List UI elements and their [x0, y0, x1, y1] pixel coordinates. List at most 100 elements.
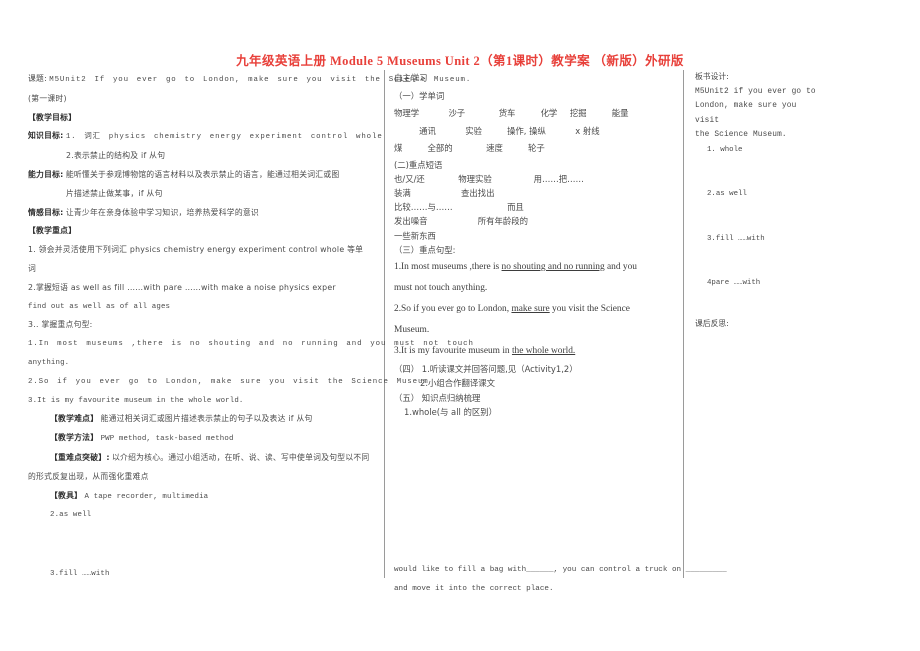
lesson-plan-table: 课题: M5Unit2 If you ever go to London, ma… [28, 70, 828, 593]
phrase-line-5: 一些新东西__________ [394, 229, 676, 243]
sentence-2-underline: make sure [511, 303, 550, 314]
key-sentence-1-line2: anything. [28, 358, 70, 367]
blackboard-item-4: 4pare ……with [707, 279, 761, 287]
phrase-blank[interactable]: ________ [425, 174, 459, 184]
vocab-word-control: 操作, 操纵 [507, 125, 546, 136]
key-point-2-line2: find out as well as of all ages [28, 302, 171, 311]
blackboard-item-3: 3.fill ……with [707, 234, 765, 243]
vocab-blank[interactable]: ______ [545, 143, 570, 153]
tools-label: 【教具】 [50, 490, 83, 500]
vocab-blank[interactable]: _______ [419, 108, 448, 118]
vocab-blank[interactable]: ________ [453, 143, 487, 153]
knowledge-item-1: 1. 词汇 physics chemistry energy experimen… [65, 133, 383, 142]
blackboard-line-2: London, make sure you visit [695, 102, 797, 125]
phrase-blank[interactable]: __________ [436, 231, 478, 241]
vocab-word-xray: x 射线 [575, 125, 600, 136]
method-row: 【教学方法】 PWP method, task-based method [28, 429, 376, 449]
vocab-blank[interactable]: _______ [436, 126, 465, 136]
vocab-word-van: 货车 [498, 108, 516, 118]
phrase-blank[interactable]: ____________ [428, 216, 478, 226]
phrase-something-new: 一些新东西 [394, 230, 436, 241]
ability-text-2: 片描述禁止做某事，if 从句 [66, 188, 163, 198]
sentence-3-underline: the whole world. [511, 345, 576, 356]
topic-row: 课题: M5Unit2 If you ever go to London, ma… [28, 70, 470, 90]
vocab-word-comm: 通讯 [419, 125, 436, 136]
section-1-title: （一）学单词 [394, 90, 445, 101]
phrase-compare-with: 比较……与…… [394, 202, 453, 213]
vocab-word-physics: 物理学 [394, 108, 420, 118]
phrase-blank[interactable]: _________ [524, 202, 562, 212]
vocab-blank[interactable]: ___ [557, 108, 570, 118]
blackboard-line-3: the Science Museum. [695, 131, 787, 139]
ability-text-1: 能听懂关于参观博物馆的语言材料以及表示禁止的语言，能通过相关词汇或图 [65, 169, 340, 179]
blackboard-line-1: M5Unit2 if you ever go to [695, 87, 816, 96]
phrase-blank[interactable]: _____________ [453, 202, 507, 212]
vocab-blank[interactable]: ______ [503, 143, 528, 153]
vocab-blank[interactable]: ______ [402, 143, 427, 153]
vocab-blank[interactable]: _______ [546, 126, 575, 136]
phrase-blank[interactable]: ____________ [528, 216, 578, 226]
left-item-2: 2.as well [50, 511, 92, 520]
breakthrough-row: 【重难点突破】: 以介绍为核心。通过小组活动，在听、说、读、写中使单词及句型以不… [28, 449, 376, 468]
vocab-blank[interactable]: ______ [482, 126, 507, 136]
phrase-of-all-ages: 所有年龄段的 [477, 216, 528, 227]
topic-label: 课题: [28, 74, 47, 83]
breakthrough-label: 【重难点突破】: [50, 452, 110, 462]
phrase-blank[interactable]: ____________ [411, 188, 461, 198]
key-point-1-line1: 1. 领会并灵活使用下列词汇 physics chemistry energy … [28, 245, 364, 255]
phrase-line-4: 发出噪音____________所有年龄段的____________ [394, 214, 676, 228]
key-sentence-2: 2.So if you ever go to London, make sure… [28, 377, 429, 386]
vocab-line-2: ______通讯_______实验______操作, 操纵_______x 射线… [394, 123, 676, 141]
vocab-word-sand: 沙子 [448, 108, 466, 118]
knowledge-objective-row: 知识目标: 1. 词汇 physics chemistry energy exp… [28, 127, 382, 147]
key-sentence-1-line1: 1.In most museums ,there is no shouting … [28, 340, 474, 349]
section-4-line2: 2.小组合作翻译课文 [420, 378, 495, 389]
blackboard-item-1: 1. whole [707, 145, 743, 154]
phrase-blank[interactable]: __________ [492, 174, 534, 184]
column-divider-right [683, 70, 684, 578]
method-text: PWP method, task-based method [100, 435, 234, 444]
vocab-line-3: 煤______全部的________速度______轮子______ [394, 140, 676, 158]
sentence-2-suffix: you visit the Science [549, 303, 630, 314]
key-sentence-3: 3.It is my favourite museum in the whole… [28, 396, 244, 405]
sentence-1-suffix: and you [604, 261, 637, 272]
phrase-fill-with: 用……把…… [533, 173, 584, 184]
vocab-blank[interactable]: ________ [465, 108, 499, 118]
page-title: 九年级英语上册 Module 5 Museums Unit 2（第1课时）教学案… [236, 54, 684, 68]
spacer-right-1 [695, 157, 823, 187]
key-sentence-3: 3.It is my favourite museum in the whole… [394, 341, 676, 362]
ability-label: 能力目标: [28, 169, 64, 179]
self-study-heading: 自主学习 [394, 73, 428, 83]
column-divider-left [384, 70, 385, 578]
section-5-line2: 1.whole(与 all 的区别） [404, 407, 498, 418]
phrase-fill-full: 装满 [394, 187, 411, 198]
sentence-3-prefix: 3.It is my favourite museum in [394, 345, 512, 356]
phrase-also: 也/又/还 [394, 173, 425, 184]
method-label: 【教学方法】 [50, 433, 99, 443]
phrase-as-well-as: 而且 [507, 202, 524, 213]
column-teaching-plan: 课题: M5Unit2 If you ever go to London, ma… [28, 70, 474, 584]
footer-line-1: would like to fill a bag with______, you… [394, 565, 727, 574]
key-point-3: 3.. 掌握重点句型: [28, 320, 93, 330]
vocab-word-energy: 能量 [611, 108, 629, 118]
vocab-blank[interactable]: ______ [587, 108, 612, 118]
key-sentence-2-line2: Museum. [394, 324, 430, 335]
ability-objective-row: 能力目标: 能听懂关于参观博物馆的语言材料以及表示禁止的语言，能通过相关词汇或图 [28, 166, 376, 185]
phrase-blank[interactable]: ___________ [495, 188, 541, 198]
sentence-2-prefix: 2.So if you ever go to London, [394, 303, 512, 314]
sentence-1-prefix: 1.In most museums ,there is [394, 261, 502, 272]
section-4-line1: （四） 1.听读课文并回答问题,见（Activity1,2） [394, 363, 578, 374]
column-self-study: 自主学习 （一）学单词 物理学_______沙子________货车______… [394, 70, 727, 599]
sentence-1-underline: no shouting and no running [501, 261, 605, 272]
knowledge-item-2: 2.表示禁止的结构及 if 从句 [66, 151, 166, 161]
phrase-line-1: 也/又/还________物理实验__________用……把…… [394, 172, 676, 186]
vocab-blank[interactable]: ______ [394, 126, 419, 136]
phrase-line-2: 装满____________查出找出___________ [394, 186, 676, 200]
footer-line-2: and move it into the correct place. [394, 584, 554, 593]
topic-line2: (第一课时) [28, 93, 67, 103]
vocab-blank[interactable]: ______ [600, 126, 625, 136]
vocab-blank[interactable]: ______ [515, 108, 540, 118]
difficult-point-label: 【教学难点】 [50, 414, 99, 424]
vocab-line-1: 物理学_______沙子________货车______化学___挖掘_____… [394, 105, 676, 123]
column-blackboard-design: 板书设计: M5Unit2 if you ever go to London, … [695, 70, 823, 331]
